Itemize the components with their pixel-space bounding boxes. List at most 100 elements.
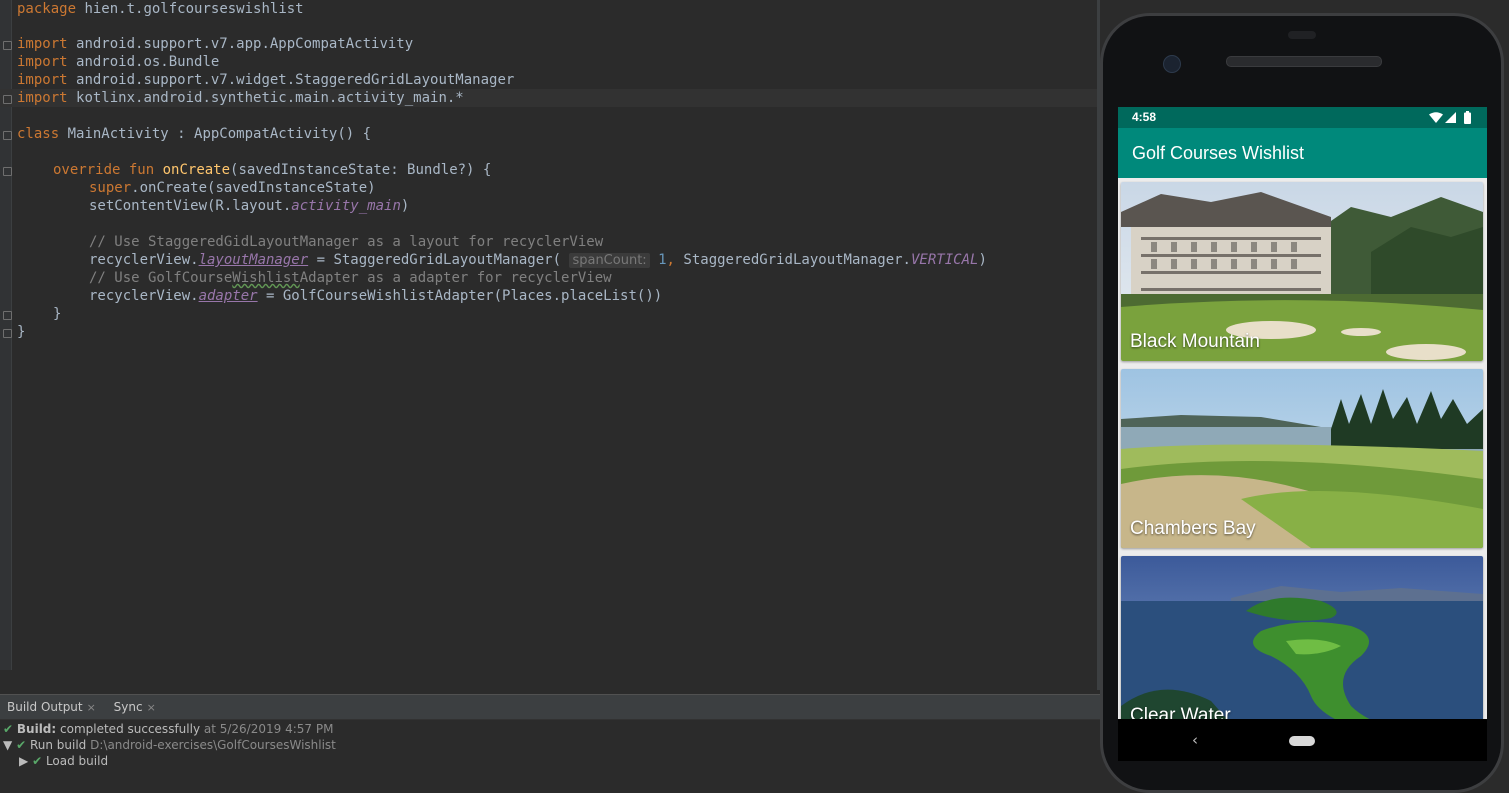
code-text: ) [400,198,410,214]
code-text: ) [978,252,987,268]
project-path: D:\android-exercises\GolfCoursesWishlist [86,738,336,752]
fold-marker-icon[interactable] [3,131,12,140]
fold-marker-icon[interactable] [3,95,12,104]
keyword: super [89,180,132,196]
code-line-close: } [53,306,62,322]
app-title: Golf Courses Wishlist [1132,143,1305,163]
comma: , [666,252,675,268]
build-status-text: completed successfully [56,722,201,736]
parameter-hint: spanCount: [569,253,650,268]
tab-label: Sync [113,700,143,714]
keyword: fun [128,162,155,178]
code-line-layoutmanager: recyclerView.layoutManager = StaggeredGr… [89,251,987,269]
tool-tabs: Build Output × Sync × [0,695,1101,720]
build-tool-window: Build Output × Sync × ✔ Build: completed s… [0,694,1101,768]
keyword: override [53,162,121,178]
number-literal: 1 [658,252,667,268]
fold-marker-icon[interactable] [3,329,12,338]
keyword: import [17,90,68,106]
place-card[interactable]: Black Mountain [1121,182,1483,361]
load-build-label: Load build [45,754,109,768]
typo-warning: Wishlist [232,270,300,286]
function-name: onCreate [162,162,231,178]
home-icon[interactable] [1289,736,1315,746]
code-line-package: package hien.t.golfcourseswishlist [17,0,304,18]
place-photo [1121,556,1483,719]
tab-build-output[interactable]: Build Output × [7,695,96,720]
import-path: android.support.v7.widget.StaggeredGridL… [76,72,515,88]
code-line-adapter: recyclerView.adapter = GolfCourseWishlis… [89,287,662,305]
property-ref: adapter [198,288,258,304]
fold-marker-icon[interactable] [3,311,12,320]
back-icon[interactable]: ‹ [1192,731,1198,749]
code-text: StaggeredGridLayoutManager. [674,252,911,268]
place-card[interactable]: Clear Water [1121,556,1483,719]
code-line-import: import android.os.Bundle [17,53,219,71]
property-ref: layoutManager [198,252,309,268]
keyword: import [17,54,68,70]
super-call: .onCreate(savedInstanceState) [131,180,376,196]
fold-marker-icon[interactable] [3,167,12,176]
code-line-import-current: import kotlinx.android.synthetic.main.ac… [0,89,1097,107]
phone-screen[interactable]: 4:58 Golf Courses Wishlist Black Mountai… [1118,107,1487,719]
load-build-row[interactable]: ▶ ✔ Load build [19,753,108,769]
code-text: = StaggeredGridLayoutManager( [308,252,570,268]
tab-sync[interactable]: Sync × [114,695,156,720]
keyword: import [17,36,68,52]
keyword: package [17,1,77,17]
close-icon[interactable]: × [87,701,96,714]
code-text: recyclerView. [89,288,199,304]
place-name: Clear Water [1130,705,1231,719]
build-tree: ✔ Build: completed successfully at 5/26/… [0,720,1101,768]
layout-ref: activity_main [291,198,401,214]
code-text: = GolfCourseWishlistAdapter(Places.place… [257,288,663,304]
expand-arrow-icon[interactable]: ▼ [3,738,12,752]
class-declaration: MainActivity : AppCompatActivity() { [67,126,372,142]
build-label: Build: [16,722,57,736]
check-icon: ✔ [32,754,43,768]
status-time: 4:58 [1132,110,1157,124]
comment-text: // Use GolfCourse [89,270,233,286]
build-status-row[interactable]: ✔ Build: completed successfully at 5/26/… [3,721,333,737]
fold-marker-icon[interactable] [3,41,12,50]
keyword: class [17,126,60,142]
signal-icon [1445,112,1456,123]
run-build-row[interactable]: ▼ ✔ Run build D:\android-exercises\GolfC… [3,737,336,753]
earpiece [1288,31,1316,39]
app-toolbar: Golf Courses Wishlist [1118,128,1487,178]
battery-icon [1464,111,1471,124]
place-name: Black Mountain [1130,331,1260,352]
code-line-class: class MainActivity : AppCompatActivity()… [17,125,371,143]
code-editor[interactable]: package hien.t.golfcourseswishlist impor… [0,0,1100,670]
import-path: android.os.Bundle [76,54,220,70]
close-icon[interactable]: × [147,701,156,714]
run-build-label: Run build [29,738,87,752]
code-line-super: super.onCreate(savedInstanceState) [89,179,376,197]
code-line-import: import android.support.v7.app.AppCompatA… [17,35,413,53]
code-line-close: } [17,324,26,340]
wifi-icon [1429,112,1443,123]
code-text: setContentView(R.layout. [89,198,292,214]
code-line-setcontentview: setContentView(R.layout.activity_main) [89,197,409,215]
check-icon: ✔ [3,722,14,736]
constant-ref: VERTICAL [911,252,979,268]
code-line-oncreate: override fun onCreate(savedInstanceState… [53,161,491,179]
function-params: (savedInstanceState: Bundle?) { [230,162,492,178]
speaker-grille [1226,56,1382,67]
code-text: recyclerView. [89,252,199,268]
place-card[interactable]: Chambers Bay [1121,369,1483,548]
import-path: android.support.v7.app.AppCompatActivity [76,36,414,52]
package-name: hien.t.golfcourseswishlist [84,1,304,17]
keyword: import [17,72,68,88]
camera-icon [1163,55,1181,73]
check-icon: ✔ [16,738,27,752]
import-path: kotlinx.android.synthetic.main.activity_… [76,90,464,106]
place-name: Chambers Bay [1130,518,1256,539]
comment-text: Adapter as a adapter for recyclerView [299,270,612,286]
code-comment: // Use StaggeredGidLayoutManager as a la… [89,234,604,250]
code-line-import: import android.support.v7.widget.Stagger… [17,71,514,89]
tab-label: Build Output [7,700,83,714]
status-bar: 4:58 [1118,107,1487,128]
build-timestamp: at 5/26/2019 4:57 PM [200,722,334,736]
expand-arrow-icon[interactable]: ▶ [19,754,28,768]
